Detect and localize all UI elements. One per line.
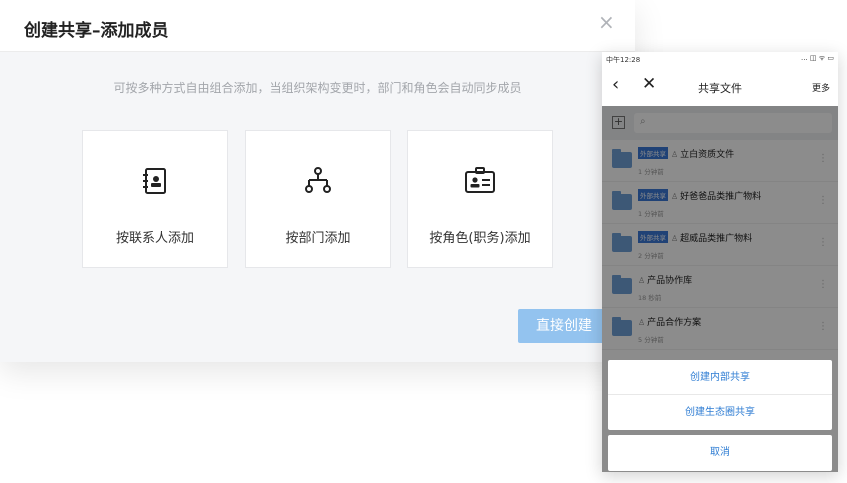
- org-tree-icon: [246, 165, 390, 197]
- add-members-dialog: 创建共享–添加成员 × 可按多种方式自由组合添加，当组织架构变更时，部门和角色会…: [0, 0, 635, 362]
- dialog-body: 可按多种方式自由组合添加，当组织架构变更时，部门和角色会自动同步成员 按联系人添…: [0, 52, 635, 362]
- nav-bar: ‹ ✕ 共享文件 更多: [602, 66, 838, 106]
- status-time: 中午12:28: [606, 56, 641, 64]
- add-by-role-card[interactable]: 按角色(职务)添加: [407, 130, 553, 268]
- create-ecosystem-share-option[interactable]: 创建生态圈共享: [608, 395, 832, 430]
- cancel-button[interactable]: 取消: [608, 435, 832, 471]
- create-internal-share-option[interactable]: 创建内部共享: [608, 360, 832, 395]
- add-by-contact-card[interactable]: 按联系人添加: [82, 130, 228, 268]
- dialog-title: 创建共享–添加成员: [24, 21, 169, 41]
- dialog-header: 创建共享–添加成员 ×: [0, 0, 635, 52]
- nav-title: 共享文件: [698, 82, 742, 95]
- add-by-department-card[interactable]: 按部门添加: [245, 130, 391, 268]
- hint-text: 可按多种方式自由组合添加，当组织架构变更时，部门和角色会自动同步成员: [113, 81, 522, 95]
- id-card-icon: [408, 165, 552, 197]
- close-icon[interactable]: ×: [598, 12, 615, 32]
- add-by-department-label: 按部门添加: [285, 231, 351, 246]
- status-bar: 中午12:28 ... ◫ ᯤ ▭: [602, 52, 838, 66]
- contact-book-icon: [83, 165, 227, 197]
- more-button[interactable]: 更多: [812, 81, 830, 94]
- action-sheet: 创建内部共享 创建生态圈共享 取消: [608, 360, 832, 471]
- action-sheet-options: 创建内部共享 创建生态圈共享: [608, 360, 832, 430]
- mobile-shared-files-screen: 中午12:28 ... ◫ ᯤ ▭ ‹ ✕ 共享文件 更多 + ⌕ 外部共享 ♙ 立…: [602, 52, 838, 472]
- add-by-contact-label: 按联系人添加: [115, 231, 194, 246]
- status-icons: ... ◫ ᯤ ▭: [801, 54, 834, 62]
- add-by-role-label: 按角色(职务)添加: [429, 231, 531, 246]
